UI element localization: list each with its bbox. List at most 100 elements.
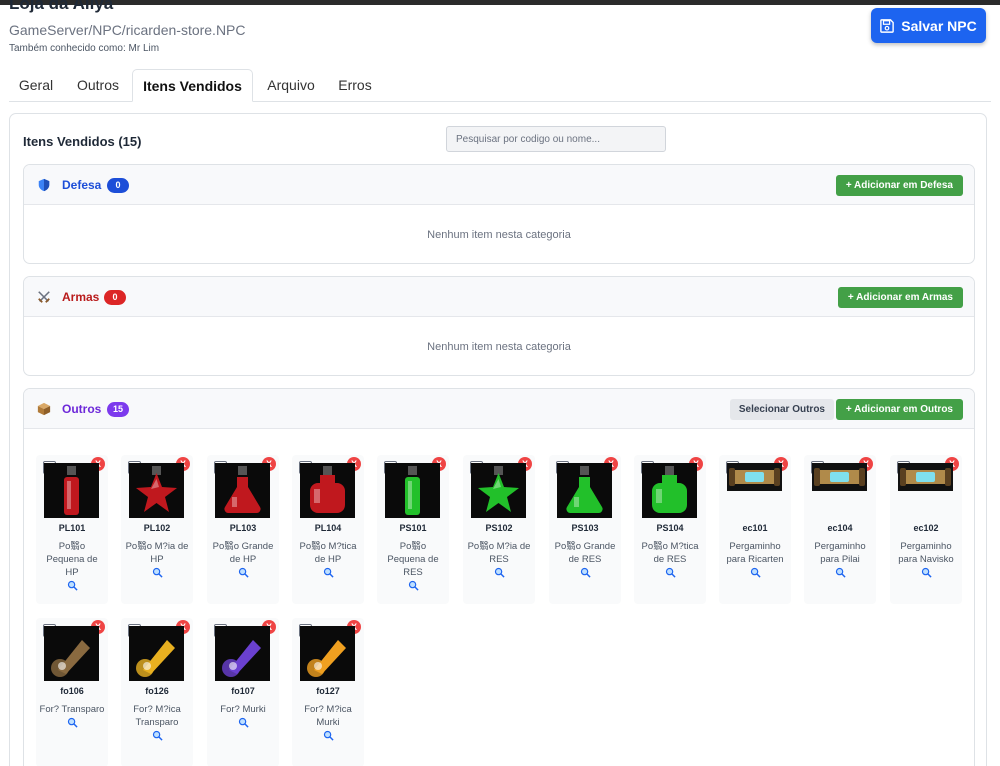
- add-defesa-button[interactable]: + Adicionar em Defesa: [835, 175, 963, 196]
- tab-erros[interactable]: Erros: [327, 69, 383, 102]
- category-armas: Armas 0 + Adicionar em Armas Nenhum item…: [23, 276, 975, 376]
- green-potion-tube-icon: [385, 463, 440, 518]
- category-defesa: Defesa 0 + Adicionar em Defesa Nenhum it…: [23, 164, 975, 264]
- item-name-text: Po翳o M?ia de RES: [467, 541, 531, 565]
- tab-arquivo[interactable]: Arquivo: [255, 69, 327, 102]
- item-card: XPL104Po翳o M?tica de HP: [292, 455, 364, 604]
- window-top-bar: [0, 0, 1000, 5]
- item-code: PS103: [571, 523, 599, 533]
- magnifier-icon[interactable]: [323, 567, 334, 578]
- magnifier-icon[interactable]: [835, 567, 846, 578]
- item-code: PL101: [58, 523, 86, 533]
- add-armas-button[interactable]: + Adicionar em Armas: [837, 287, 963, 308]
- magnifier-icon[interactable]: [921, 567, 932, 578]
- sold-items-panel: Itens Vendidos (15) Defesa 0 + Adicionar…: [9, 113, 987, 766]
- item-code: PS102: [485, 523, 513, 533]
- magnifier-icon[interactable]: [152, 567, 163, 578]
- category-defesa-name: Defesa: [62, 178, 102, 192]
- item-name: For? M?ica Murki: [295, 703, 361, 741]
- green-potion-jar-icon: [642, 463, 697, 518]
- item-name-text: For? M?ica Murki: [304, 704, 352, 728]
- category-armas-empty: Nenhum item nesta categoria: [427, 341, 571, 353]
- save-npc-button[interactable]: Salvar NPC: [871, 8, 986, 43]
- item-name-text: Po翳o M?tica de RES: [641, 541, 699, 565]
- item-name-text: Pergaminho para Ricarten: [726, 541, 784, 565]
- green-potion-flask-icon: [557, 463, 612, 518]
- magnifier-icon[interactable]: [494, 567, 505, 578]
- item-name: For? Transparo: [39, 703, 105, 728]
- item-code: ec101: [742, 523, 768, 533]
- item-name: Po翳o Grande de HP: [210, 540, 276, 578]
- tab-bar: Geral Outros Itens Vendidos Arquivo Erro…: [9, 69, 991, 102]
- category-defesa-empty: Nenhum item nesta categoria: [427, 229, 571, 241]
- item-card: Xec104Pergaminho para Pilai: [804, 455, 876, 604]
- item-name: Pergaminho para Ricarten: [722, 540, 788, 578]
- crossed-swords-icon: [38, 291, 50, 303]
- tab-itens-vendidos[interactable]: Itens Vendidos: [132, 69, 253, 102]
- item-card: Xec101Pergaminho para Ricarten: [719, 455, 791, 604]
- item-code: PS101: [399, 523, 427, 533]
- item-card: Xfo126For? M?ica Transparo: [121, 618, 193, 766]
- force-orb-brown-icon: [44, 626, 99, 681]
- item-name-text: Pergaminho para Pilai: [814, 541, 866, 565]
- magnifier-icon[interactable]: [152, 730, 163, 741]
- search-input[interactable]: [446, 126, 666, 152]
- force-orb-fire-icon: [300, 626, 355, 681]
- green-potion-star-icon: [471, 463, 526, 518]
- item-name-text: For? Transparo: [39, 704, 105, 715]
- item-name-text: Po翳o Grande de HP: [212, 541, 274, 565]
- item-name: Po翳o Pequena de RES: [380, 540, 446, 591]
- item-card: Xfo127For? M?ica Murki: [292, 618, 364, 766]
- magnifier-icon[interactable]: [238, 717, 249, 728]
- item-name-text: Po翳o Pequena de HP: [46, 541, 98, 578]
- category-defesa-count: 0: [107, 178, 129, 193]
- category-armas-count: 0: [104, 290, 126, 305]
- item-name: Pergaminho para Pilai: [807, 540, 873, 578]
- page-title: Loja da Aliya: [9, 0, 114, 13]
- category-outros-count: 15: [107, 402, 130, 417]
- item-code: fo127: [316, 686, 340, 696]
- tab-geral[interactable]: Geral: [9, 69, 63, 102]
- red-potion-jar-icon: [300, 463, 355, 518]
- magnifier-icon[interactable]: [665, 567, 676, 578]
- magnifier-icon[interactable]: [750, 567, 761, 578]
- item-name-text: Pergaminho para Navisko: [898, 541, 954, 565]
- category-outros-name: Outros: [62, 402, 102, 416]
- item-card: XPS103Po翳o Grande de RES: [549, 455, 621, 604]
- magnifier-icon[interactable]: [323, 730, 334, 741]
- magnifier-icon[interactable]: [580, 567, 591, 578]
- item-name: Po翳o M?ia de RES: [466, 540, 532, 578]
- category-outros-header: Outros 15 Selecionar Outros + Adicionar …: [24, 389, 974, 429]
- magnifier-icon[interactable]: [67, 717, 78, 728]
- item-name-text: Po翳o M?ia de HP: [125, 541, 189, 565]
- magnifier-icon[interactable]: [67, 580, 78, 591]
- item-card: XPL102Po翳o M?ia de HP: [121, 455, 193, 604]
- tab-outros[interactable]: Outros: [63, 69, 133, 102]
- item-code: PS104: [656, 523, 684, 533]
- item-name: Po翳o M?ia de HP: [124, 540, 190, 578]
- red-potion-star-icon: [129, 463, 184, 518]
- item-code: ec104: [827, 523, 853, 533]
- scroll-icon: [727, 463, 782, 491]
- item-card: XPL103Po翳o Grande de HP: [207, 455, 279, 604]
- item-card: Xfo107For? Murki: [207, 618, 279, 766]
- item-card: Xfo106For? Transparo: [36, 618, 108, 766]
- magnifier-icon[interactable]: [408, 580, 419, 591]
- item-name: Po翳o Grande de RES: [552, 540, 618, 578]
- item-name: Po翳o M?tica de HP: [295, 540, 361, 578]
- item-code: PL104: [314, 523, 342, 533]
- magnifier-icon[interactable]: [238, 567, 249, 578]
- item-name-text: Po翳o Pequena de RES: [387, 541, 439, 578]
- item-code: fo126: [145, 686, 169, 696]
- add-outros-button[interactable]: + Adicionar em Outros: [835, 399, 963, 420]
- category-armas-header: Armas 0 + Adicionar em Armas: [24, 277, 974, 317]
- red-potion-flask-icon: [215, 463, 270, 518]
- item-card: Xec102Pergaminho para Navisko: [890, 455, 962, 604]
- select-outros-button[interactable]: Selecionar Outros: [729, 399, 834, 420]
- item-name: Po翳o M?tica de RES: [637, 540, 703, 578]
- category-armas-name: Armas: [62, 290, 100, 304]
- force-orb-gold-icon: [129, 626, 184, 681]
- item-name: For? M?ica Transparo: [124, 703, 190, 741]
- item-name-text: For? Murki: [220, 704, 266, 715]
- package-icon: [37, 402, 51, 416]
